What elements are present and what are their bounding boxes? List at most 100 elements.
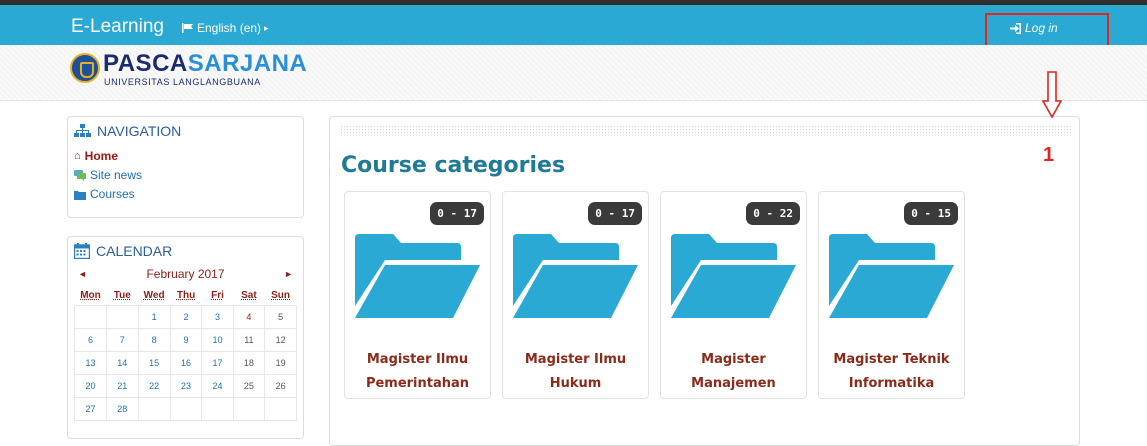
category-card[interactable]: 0 - 15 Magister Teknik Informatika [818, 191, 965, 399]
nav-item-label: Home [84, 149, 118, 163]
calendar-day-cell[interactable]: 14 [105, 351, 139, 375]
calendar-day-cell [74, 305, 107, 329]
calendar-day-cell[interactable]: 23 [169, 374, 203, 398]
calendar-month-header: ◄ February 2017 ► [74, 267, 297, 281]
calendar-day-cell[interactable]: 5 [264, 305, 297, 329]
calendar-prev-button[interactable]: ◄ [74, 269, 87, 279]
calendar-day-header: Fri [211, 289, 224, 301]
category-card[interactable]: 0 - 17 Magister Ilmu Hukum [502, 191, 649, 399]
category-title[interactable]: Magister Manajemen [661, 348, 806, 396]
calendar-day-cell [232, 397, 266, 421]
sitemap-icon [74, 124, 91, 137]
calendar-day-header: Wed [143, 289, 165, 301]
top-navbar: E-Learning English (en) ▸ Log in [0, 5, 1147, 45]
calendar-day-cell[interactable]: 20 [74, 374, 107, 398]
category-title-line: Manajemen [691, 376, 776, 391]
course-count-badge: 0 - 22 [746, 202, 800, 225]
calendar-day-header: Sat [241, 289, 257, 301]
category-title-line: Magister Teknik [833, 352, 950, 367]
folder-icon [513, 234, 638, 318]
calendar-next-button[interactable]: ► [284, 269, 297, 279]
calendar-title: CALENDAR [74, 243, 297, 259]
calendar-day-cell[interactable]: 6 [74, 328, 107, 352]
calendar-day-cell[interactable]: 13 [74, 351, 107, 375]
logo-subtitle: UNIVERSITAS LANGLANGBUANA [104, 77, 261, 87]
language-menu[interactable]: English (en) ▸ [182, 21, 269, 35]
course-count-badge: 0 - 17 [430, 202, 484, 225]
dotted-separator [340, 125, 1071, 136]
calendar-day-cell[interactable]: 10 [201, 328, 234, 352]
calendar-day-cell [264, 397, 297, 421]
calendar-day-cell[interactable]: 12 [264, 328, 297, 352]
calendar-day-cell[interactable]: 24 [201, 374, 234, 398]
calendar-day-cell[interactable]: 2 [169, 305, 203, 329]
calendar-day-cell[interactable]: 9 [169, 328, 203, 352]
calendar-day-header: Thu [176, 289, 196, 301]
nav-item-label: Courses [90, 187, 135, 201]
navigation-title: NAVIGATION [74, 123, 297, 139]
calendar-day-cell[interactable]: 3 [201, 305, 234, 329]
main-content: Course categories 0 - 17 Magister Ilmu P… [329, 116, 1080, 446]
category-title-line: Magister Ilmu [524, 352, 627, 367]
folder-icon [355, 234, 480, 318]
language-label: English (en) [197, 21, 262, 35]
calendar-day-cell[interactable]: 16 [169, 351, 203, 375]
nav-item-label: Site news [90, 168, 143, 182]
flag-icon [182, 23, 193, 33]
chat-icon [74, 170, 86, 181]
category-title-line: Hukum [549, 376, 602, 391]
annotation-step-number: 1 [1043, 144, 1055, 166]
calendar-title-text: CALENDAR [96, 243, 173, 259]
folder-icon [671, 234, 796, 318]
calendar-day-header: Sun [271, 289, 291, 301]
nav-item-courses[interactable]: Courses [74, 185, 297, 204]
calendar-day-cell[interactable]: 26 [264, 374, 297, 398]
calendar-day-cell[interactable]: 18 [232, 351, 266, 375]
calendar-day-cell[interactable]: 15 [137, 351, 171, 375]
folder-icon [829, 234, 954, 318]
calendar-day-cell-today[interactable]: 4 [232, 305, 266, 329]
annotation-arrow-icon [1042, 71, 1062, 119]
calendar-day-cell [169, 397, 203, 421]
calendar-icon [74, 243, 90, 259]
calendar-day-cell [201, 397, 234, 421]
calendar-day-cell[interactable]: 19 [264, 351, 297, 375]
calendar-day-header: Tue [113, 289, 131, 301]
logo-title-part2: SARJANA [187, 50, 308, 77]
navigation-block: NAVIGATION ⌂ Home Site news Courses [67, 116, 304, 218]
category-title[interactable]: Magister Ilmu Pemerintahan [345, 348, 490, 396]
calendar-day-cell[interactable]: 21 [105, 374, 139, 398]
nav-item-home[interactable]: ⌂ Home [74, 147, 297, 166]
category-card[interactable]: 0 - 17 Magister Ilmu Pemerintahan [344, 191, 491, 399]
category-card[interactable]: 0 - 22 Magister Manajemen [660, 191, 807, 399]
calendar-day-header: Mon [80, 289, 101, 301]
calendar-day-cell[interactable]: 11 [232, 328, 266, 352]
calendar-block: CALENDAR ◄ February 2017 ► Mon Tue Wed T… [67, 236, 304, 439]
calendar-day-cell[interactable]: 17 [201, 351, 234, 375]
calendar-day-cell[interactable]: 27 [74, 397, 107, 421]
folder-icon [74, 190, 86, 200]
category-title[interactable]: Magister Teknik Informatika [819, 348, 964, 396]
site-logo-title[interactable]: PASCASARJANA [103, 52, 307, 76]
calendar-day-cell[interactable]: 8 [137, 328, 171, 352]
calendar-day-cell [137, 397, 171, 421]
calendar-day-cell [105, 305, 139, 329]
course-count-badge: 0 - 15 [904, 202, 958, 225]
course-count-badge: 0 - 17 [588, 202, 642, 225]
calendar-day-cell[interactable]: 1 [137, 305, 171, 329]
calendar-month-label: February 2017 [146, 267, 225, 281]
calendar-day-cell[interactable]: 25 [232, 374, 266, 398]
calendar-day-cell[interactable]: 7 [105, 328, 139, 352]
calendar-day-cell[interactable]: 22 [137, 374, 171, 398]
site-brand[interactable]: E-Learning [71, 16, 164, 38]
category-title-line: Magister [701, 352, 766, 367]
category-title-line: Magister Ilmu [366, 352, 469, 367]
calendar-grid: Mon Tue Wed Thu Fri Sat Sun 1 2 3 4 5 6 … [74, 285, 297, 421]
page-title: Course categories [341, 153, 566, 178]
calendar-day-cell[interactable]: 28 [105, 397, 139, 421]
category-title-line: Informatika [848, 376, 935, 391]
university-logo-icon[interactable] [70, 53, 100, 83]
caret-right-icon: ▸ [264, 22, 269, 33]
nav-item-site-news[interactable]: Site news [74, 166, 297, 185]
category-title[interactable]: Magister Ilmu Hukum [503, 348, 648, 396]
